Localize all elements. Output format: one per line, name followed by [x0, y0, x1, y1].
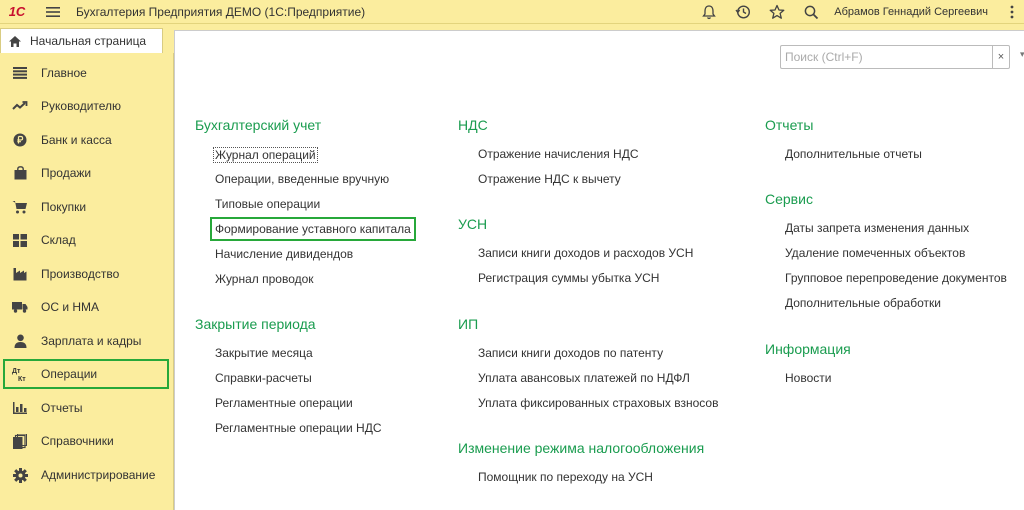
shopping-bag-icon [12, 165, 28, 181]
history-clock-icon [735, 5, 751, 19]
search-input[interactable] [780, 45, 992, 69]
link-calculations[interactable]: Справки-расчеты [215, 371, 312, 385]
trend-icon [12, 98, 28, 114]
global-search-button[interactable] [794, 0, 828, 24]
link-manual-operations[interactable]: Операции, введенные вручную [215, 172, 389, 186]
search-icon [804, 5, 818, 19]
app-title: Бухгалтерия Предприятия ДЕМО (1С:Предпри… [76, 4, 366, 19]
main-menu-button[interactable] [42, 0, 64, 24]
history-button[interactable] [726, 0, 760, 24]
link-patent-book[interactable]: Записи книги доходов по патенту [478, 346, 663, 360]
link-dividends[interactable]: Начисление дивидендов [215, 247, 353, 261]
sidebar-item-label: Справочники [41, 434, 114, 448]
section-title-vat: НДС [458, 117, 488, 133]
home-icon [9, 35, 21, 47]
sidebar-item-operations[interactable]: Дт Кт Операции [3, 359, 169, 389]
person-icon [12, 333, 28, 349]
section-title-tax-regime: Изменение режима налогообложения [458, 440, 705, 456]
section-title-ip: ИП [458, 316, 479, 332]
list-icon [12, 65, 28, 81]
link-postings-journal[interactable]: Журнал проводок [215, 272, 314, 286]
sidebar-item-label: Продажи [41, 166, 92, 180]
sidebar-item-label: Администрирование [41, 468, 156, 482]
hamburger-icon [46, 6, 60, 17]
bar-chart-icon [12, 400, 28, 416]
link-routine-operations[interactable]: Регламентные операции [215, 396, 353, 410]
sidebar-item-label: ОС и НМА [41, 300, 100, 314]
link-capital-formation[interactable]: Формирование уставного капитала [210, 217, 416, 241]
title-bar: 1С Бухгалтерия Предприятия ДЕМО (1С:Пред… [0, 0, 1024, 24]
section-title-accounting: Бухгалтерский учет [195, 117, 322, 133]
search-clear-button[interactable]: × [992, 45, 1010, 69]
factory-icon [12, 266, 28, 282]
sidebar-item-warehouse[interactable]: Склад [0, 225, 174, 255]
gear-icon [12, 467, 28, 483]
sidebar-item-bank[interactable]: Банк и касса [0, 125, 174, 155]
svg-text:Дт: Дт [12, 368, 21, 375]
section-title-usn: УСН [458, 216, 488, 232]
notifications-button[interactable] [692, 0, 726, 24]
sidebar-item-label: Производство [41, 267, 120, 281]
link-delete-marked[interactable]: Удаление помеченных объектов [785, 246, 965, 260]
sidebar-item-catalogs[interactable]: Справочники [0, 426, 174, 456]
section-title-reports: Отчеты [765, 117, 814, 133]
more-options-button[interactable] [1000, 0, 1024, 24]
tab-home[interactable]: Начальная страница [0, 28, 163, 53]
section-title-info: Информация [765, 341, 851, 357]
link-additional-processing[interactable]: Дополнительные обработки [785, 296, 941, 310]
link-ndfl-advance[interactable]: Уплата авансовых платежей по НДФЛ [478, 371, 690, 385]
link-additional-reports[interactable]: Дополнительные отчеты [785, 147, 922, 161]
sidebar-item-label: Операции [41, 367, 98, 381]
sidebar-item-label: Главное [41, 66, 87, 80]
section-title-service: Сервис [765, 191, 813, 207]
section-title-closing: Закрытие периода [195, 316, 316, 332]
sidebar-item-label: Зарплата и кадры [41, 334, 142, 348]
vertical-dots-icon [1010, 5, 1014, 19]
sidebar-item-assets[interactable]: ОС и НМА [0, 292, 174, 322]
1c-logo: 1С [8, 4, 26, 19]
warehouse-grid-icon [12, 232, 28, 248]
link-edit-lock-dates[interactable]: Даты запрета изменения данных [785, 221, 969, 235]
sidebar-item-purchases[interactable]: Покупки [0, 192, 174, 222]
sidebar-item-admin[interactable]: Администрирование [0, 460, 174, 490]
truck-icon [12, 299, 28, 315]
ruble-coin-icon [12, 132, 28, 148]
favorites-button[interactable] [760, 0, 794, 24]
link-month-closing[interactable]: Закрытие месяца [215, 346, 313, 360]
sidebar-item-main[interactable]: Главное [0, 58, 174, 88]
link-news[interactable]: Новости [785, 371, 831, 385]
link-fixed-contributions[interactable]: Уплата фиксированных страховых взносов [478, 396, 718, 410]
chevron-down-icon[interactable]: ▾ [1020, 49, 1024, 60]
sections-panel: Главное Руководителю Банк и касса Продаж… [0, 53, 174, 510]
link-usn-book[interactable]: Записи книги доходов и расходов УСН [478, 246, 693, 260]
link-journal-operations[interactable]: Журнал операций [213, 147, 318, 163]
link-typical-operations[interactable]: Типовые операции [215, 197, 320, 211]
search-box: × [780, 45, 1010, 69]
books-icon [12, 433, 28, 449]
sidebar-item-label: Склад [41, 233, 76, 247]
sidebar-item-salary[interactable]: Зарплата и кадры [0, 326, 174, 356]
dt-kt-icon: Дт Кт [12, 366, 28, 382]
sidebar-item-reports[interactable]: Отчеты [0, 393, 174, 423]
link-group-reposting[interactable]: Групповое перепроведение документов [785, 271, 1007, 285]
svg-text:Кт: Кт [18, 376, 26, 382]
current-user[interactable]: Абрамов Геннадий Сергеевич [834, 6, 988, 18]
sidebar-item-manager[interactable]: Руководителю [0, 91, 174, 121]
sidebar-item-label: Руководителю [41, 99, 122, 113]
link-vat-accrual[interactable]: Отражение начисления НДС [478, 147, 639, 161]
sidebar-item-label: Банк и касса [41, 133, 112, 147]
link-usn-loss[interactable]: Регистрация суммы убытка УСН [478, 271, 659, 285]
link-routine-vat[interactable]: Регламентные операции НДС [215, 421, 382, 435]
operations-section-page: × ▾ Бухгалтерский учет Журнал операций О… [174, 30, 1024, 510]
link-vat-deduction[interactable]: Отражение НДС к вычету [478, 172, 621, 186]
bell-icon [702, 4, 717, 19]
cart-icon [12, 199, 28, 215]
link-usn-transition-assistant[interactable]: Помощник по переходу на УСН [478, 470, 653, 484]
sidebar-item-production[interactable]: Производство [0, 259, 174, 289]
sidebar-item-label: Отчеты [41, 401, 83, 415]
sidebar-item-sales[interactable]: Продажи [0, 158, 174, 188]
star-icon [769, 4, 785, 19]
sidebar-item-label: Покупки [41, 200, 87, 214]
tab-home-label: Начальная страница [30, 34, 147, 48]
